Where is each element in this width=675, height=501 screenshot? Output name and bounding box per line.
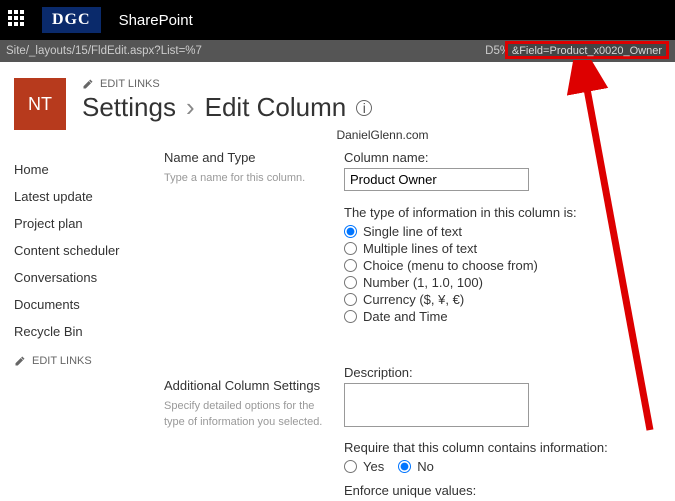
nav-content-scheduler[interactable]: Content scheduler <box>14 237 164 264</box>
section-name-type-title: Name and Type <box>164 150 334 165</box>
column-name-label: Column name: <box>344 150 661 165</box>
column-name-input[interactable] <box>344 168 529 191</box>
edit-links-nav[interactable]: EDIT LINKS <box>14 355 164 367</box>
type-option-label: Choice (menu to choose from) <box>363 258 538 273</box>
site-tile[interactable]: NT <box>14 78 66 130</box>
url-field-param: &Field=Product_x0020_Owner <box>505 41 669 59</box>
section-additional-title: Additional Column Settings <box>164 378 334 393</box>
yes-label: Yes <box>363 459 384 474</box>
description-textarea[interactable] <box>344 383 529 427</box>
breadcrumb: Settings › Edit Column i <box>82 92 661 123</box>
type-option-label: Single line of text <box>363 224 462 239</box>
suite-bar: DGC SharePoint <box>0 0 675 40</box>
page-header: NT EDIT LINKS Settings › Edit Column i <box>0 62 675 130</box>
edit-links-label: EDIT LINKS <box>32 355 92 367</box>
type-option-label: Date and Time <box>363 309 448 324</box>
pencil-icon <box>14 355 26 367</box>
form-area: Name and Type Type a name for this colum… <box>164 150 661 501</box>
nav-project-plan[interactable]: Project plan <box>14 210 164 237</box>
type-choice-radio[interactable] <box>344 259 357 272</box>
no-label: No <box>417 459 434 474</box>
breadcrumb-edit-column: Edit Column <box>205 92 347 123</box>
type-multi-line-radio[interactable] <box>344 242 357 255</box>
address-bar: Site/_layouts/15/FldEdit.aspx?List=%7 D5… <box>0 40 675 62</box>
app-name: SharePoint <box>119 12 193 29</box>
edit-links-label: EDIT LINKS <box>100 78 160 90</box>
section-name-type-desc: Type a name for this column. <box>164 171 334 186</box>
require-label: Require that this column contains inform… <box>344 440 661 455</box>
type-number-radio[interactable] <box>344 276 357 289</box>
tenant-logo[interactable]: DGC <box>42 7 101 33</box>
quick-launch-nav: Home Latest update Project plan Content … <box>14 150 164 501</box>
require-no-radio[interactable] <box>398 460 411 473</box>
type-option-label: Number (1, 1.0, 100) <box>363 275 483 290</box>
type-currency-radio[interactable] <box>344 293 357 306</box>
nav-documents[interactable]: Documents <box>14 291 164 318</box>
enforce-label: Enforce unique values: <box>344 483 661 498</box>
type-radio-group: Single line of text Multiple lines of te… <box>344 223 661 325</box>
nav-conversations[interactable]: Conversations <box>14 264 164 291</box>
section-additional-desc: Specify detailed options for the type of… <box>164 399 334 430</box>
url-fragment-left: Site/_layouts/15/FldEdit.aspx?List=%7 <box>6 45 202 57</box>
nav-recycle-bin[interactable]: Recycle Bin <box>14 318 164 345</box>
watermark: DanielGlenn.com <box>90 128 675 142</box>
require-yes-radio[interactable] <box>344 460 357 473</box>
pencil-icon <box>82 78 94 90</box>
type-option-label: Multiple lines of text <box>363 241 477 256</box>
edit-links-top[interactable]: EDIT LINKS <box>82 78 661 90</box>
nav-latest-update[interactable]: Latest update <box>14 183 164 210</box>
nav-home[interactable]: Home <box>14 156 164 183</box>
info-icon[interactable]: i <box>356 100 372 116</box>
breadcrumb-sep: › <box>186 92 195 123</box>
type-option-label: Currency ($, ¥, €) <box>363 292 464 307</box>
app-launcher-icon[interactable] <box>8 10 28 30</box>
description-label: Description: <box>344 365 661 380</box>
type-info-label: The type of information in this column i… <box>344 205 661 220</box>
type-single-line-radio[interactable] <box>344 225 357 238</box>
breadcrumb-settings[interactable]: Settings <box>82 92 176 123</box>
type-datetime-radio[interactable] <box>344 310 357 323</box>
